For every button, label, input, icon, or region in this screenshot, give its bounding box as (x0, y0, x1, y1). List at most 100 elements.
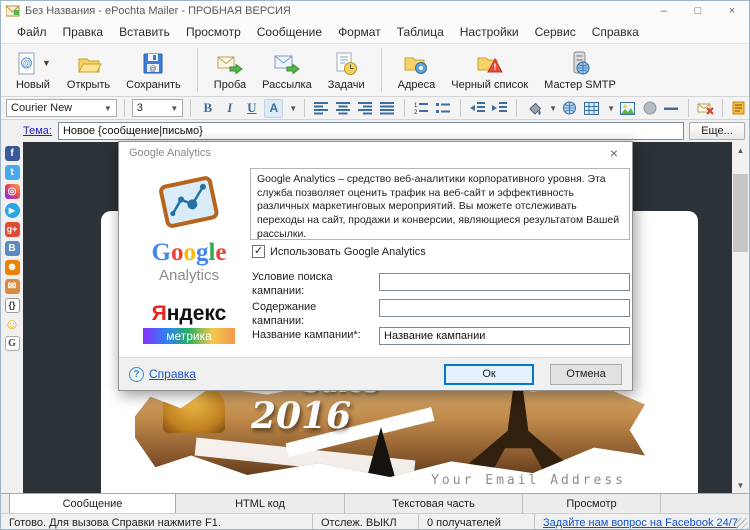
font-color-button[interactable]: A (264, 98, 284, 118)
ok-button[interactable]: Ок (444, 363, 534, 385)
app-window: Без Названия - ePochta Mailer - ПРОБНАЯ … (0, 0, 750, 530)
menu-help[interactable]: Справка (584, 22, 647, 42)
new-dropdown-arrow[interactable]: ▼ (42, 58, 51, 68)
facebook-support-link[interactable]: Задайте нам вопрос на Facebook 24/7 (543, 517, 738, 529)
telegram-icon[interactable]: ▶ (4, 203, 20, 218)
numbered-list-icon[interactable]: 12 (412, 99, 431, 118)
maximize-button[interactable]: □ (681, 1, 715, 21)
paris-collage-image: Sales 2016 (135, 379, 645, 477)
align-justify-icon[interactable] (378, 99, 397, 118)
checkbox-checked-icon[interactable]: ✓ (252, 245, 265, 258)
horizontal-rule-icon[interactable] (662, 99, 681, 118)
bold-button[interactable]: B (198, 99, 217, 118)
scroll-down-arrow[interactable]: ▼ (732, 477, 749, 493)
font-family-select[interactable]: Courier New ▼ (6, 99, 117, 117)
twitter-icon[interactable]: t (4, 165, 20, 180)
font-color-dropdown-arrow[interactable]: ▼ (289, 104, 297, 113)
menu-message[interactable]: Сообщение (249, 22, 330, 42)
vertical-scrollbar[interactable]: ▲ ▼ (732, 142, 749, 493)
smiley-icon[interactable]: ☺ (4, 317, 19, 332)
yandex-wordmark: Яндекс (151, 302, 227, 325)
align-center-icon[interactable] (334, 99, 353, 118)
status-recipients: 0 получателей (419, 514, 535, 529)
googleplus-icon[interactable]: g+ (4, 222, 20, 237)
tab-html-code[interactable]: HTML код (176, 494, 345, 513)
resize-grip[interactable] (736, 518, 748, 529)
envelope-icon[interactable]: ✉ (4, 279, 20, 294)
indent-icon[interactable] (490, 99, 509, 118)
menu-service[interactable]: Сервис (527, 22, 584, 42)
emoticon-icon[interactable] (640, 99, 659, 118)
campaign-term-input[interactable] (379, 273, 630, 291)
help-question-icon[interactable]: ? (129, 366, 144, 382)
app-icon (6, 5, 20, 17)
open-button[interactable]: Открыть (59, 46, 118, 94)
hyperlink-globe-icon[interactable] (560, 99, 579, 118)
odnoklassniki-icon[interactable]: ☻ (4, 260, 20, 275)
unsubscribe-link-icon[interactable] (696, 99, 715, 118)
font-size-select[interactable]: 3 ▼ (131, 99, 184, 117)
facebook-icon[interactable]: f (4, 146, 20, 161)
underline-button[interactable]: U (242, 99, 261, 118)
menu-table[interactable]: Таблица (389, 22, 452, 42)
chevron-down-icon: ▼ (170, 103, 179, 113)
addresses-folder-icon (403, 50, 429, 77)
close-button[interactable]: × (715, 1, 749, 21)
blacklist-button[interactable]: ! Черный список (443, 46, 536, 94)
google-analytics-logo-icon (159, 176, 219, 228)
checkbox-label: Использовать Google Analytics (270, 245, 426, 258)
tab-text-part[interactable]: Текстовая часть (345, 494, 523, 513)
outdent-icon[interactable] (468, 99, 487, 118)
scroll-up-arrow[interactable]: ▲ (732, 142, 749, 158)
scrollbar-thumb[interactable] (733, 174, 748, 252)
insert-table-icon[interactable] (582, 99, 601, 118)
bullet-list-icon[interactable] (434, 99, 453, 118)
use-analytics-checkbox-row[interactable]: ✓ Использовать Google Analytics (252, 245, 426, 258)
subject-input[interactable] (57, 122, 684, 140)
align-right-icon[interactable] (356, 99, 375, 118)
source-code-icon[interactable] (730, 99, 749, 118)
vkontakte-icon[interactable]: В (4, 241, 20, 256)
analytics-wordmark: Analytics (158, 267, 220, 284)
insert-image-icon[interactable] (618, 99, 637, 118)
minimize-button[interactable]: – (647, 1, 681, 21)
google-analytics-dialog: Google Analytics × Google Analytics Янде… (118, 141, 633, 391)
addresses-button[interactable]: Адреса (390, 46, 444, 94)
italic-button[interactable]: I (220, 99, 239, 118)
table-dropdown-arrow[interactable]: ▼ (607, 104, 615, 113)
smtp-wizard-button[interactable]: Мастер SMTP (536, 46, 624, 94)
save-button[interactable]: @ Сохранить (118, 46, 189, 94)
campaign-content-input[interactable] (379, 299, 630, 317)
g-letter-icon[interactable]: G (4, 336, 20, 351)
metrika-wordmark: метрика (143, 328, 235, 344)
fill-color-dropdown-arrow[interactable]: ▼ (549, 104, 557, 113)
menu-edit[interactable]: Правка (55, 22, 112, 42)
instagram-icon[interactable]: ◎ (4, 184, 20, 199)
cancel-button[interactable]: Отмена (550, 363, 622, 385)
menu-file[interactable]: Файл (9, 22, 55, 42)
campaign-name-input[interactable] (379, 327, 630, 345)
dialog-close-icon[interactable]: × (604, 145, 624, 161)
test-send-button[interactable]: Проба (206, 46, 254, 94)
help-link[interactable]: Справка (149, 367, 196, 381)
view-tabs: Сообщение HTML код Текстовая часть Просм… (1, 493, 749, 513)
tab-preview[interactable]: Просмотр (523, 494, 661, 513)
braces-icon[interactable]: {} (4, 298, 20, 313)
align-left-icon[interactable] (312, 99, 331, 118)
tasks-button[interactable]: Задачи (320, 46, 373, 94)
format-toolbar: Courier New ▼ 3 ▼ B I U A ▼ 12 ▼ ▼ (1, 97, 749, 120)
smtp-server-icon (567, 50, 593, 77)
tab-message[interactable]: Сообщение (9, 494, 176, 513)
menu-view[interactable]: Просмотр (178, 22, 249, 42)
more-button[interactable]: Еще... (689, 122, 745, 140)
test-envelope-icon (216, 50, 244, 77)
subject-label-link[interactable]: Тема: (23, 125, 52, 137)
menu-insert[interactable]: Вставить (111, 22, 178, 42)
new-button[interactable]: @ ▼ Новый (7, 46, 59, 94)
send-campaign-button[interactable]: Рассылка (254, 46, 320, 94)
fill-color-icon[interactable] (524, 99, 543, 118)
menu-format[interactable]: Формат (330, 22, 389, 42)
svg-text:!: ! (493, 62, 496, 72)
social-sidebar: f t ◎ ▶ g+ В ☻ ✉ {} ☺ G (1, 142, 23, 493)
menu-settings[interactable]: Настройки (452, 22, 527, 42)
